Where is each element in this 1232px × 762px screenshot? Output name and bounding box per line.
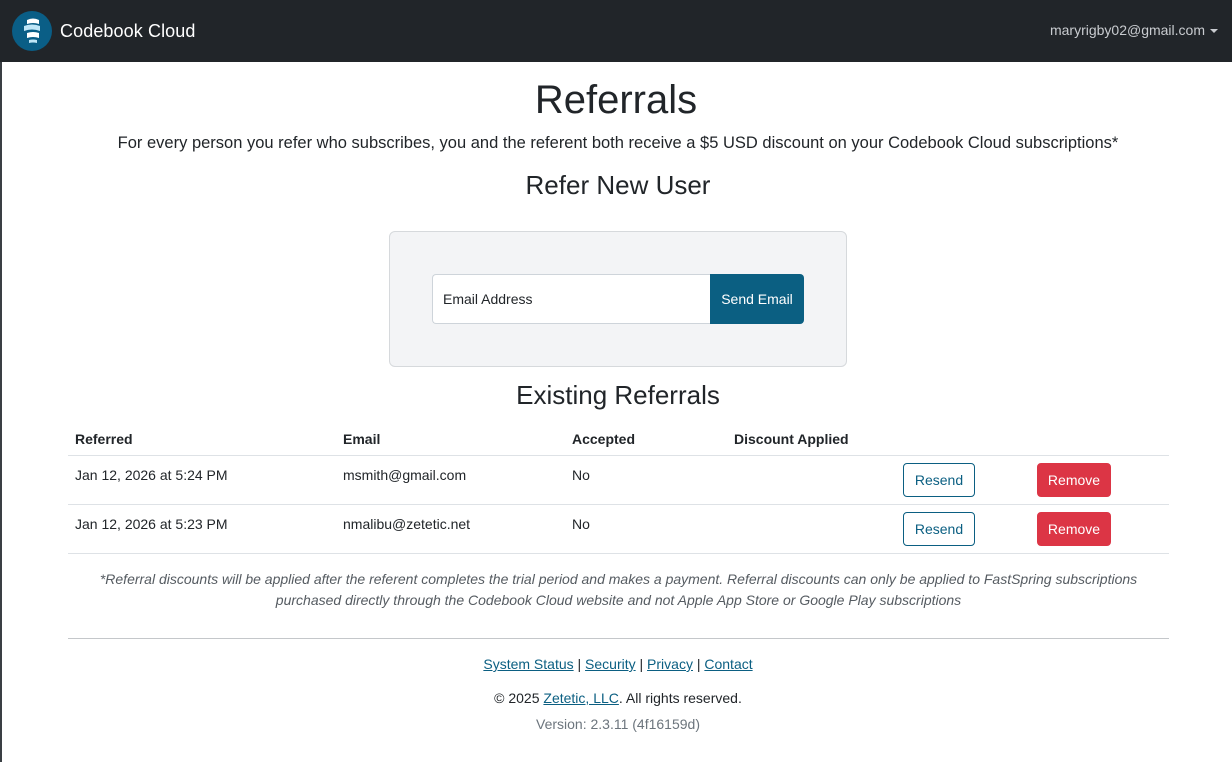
resend-button[interactable]: Resend [903,511,975,546]
company-link[interactable]: Zetetic, LLC [543,690,618,706]
copyright-prefix: © 2025 [494,690,540,706]
top-navbar: Codebook Cloud maryrigby02@gmail.com [0,0,1232,62]
resend-button[interactable]: Resend [903,462,975,497]
remove-cell: Remove [1030,455,1169,505]
copyright-notice: © 2025 Zetetic, LLC. All rights reserved… [0,690,1232,706]
table-row: Jan 12, 2026 at 5:24 PM msmith@gmail.com… [68,455,1169,505]
remove-button[interactable]: Remove [1037,511,1111,546]
existing-referrals-heading: Existing Referrals [516,380,720,410]
brand-name[interactable]: Codebook Cloud [60,21,196,42]
referrals-table: Referred Email Accepted Discount Applied… [68,424,1169,554]
referred-date: Jan 12, 2026 at 5:24 PM [68,455,336,505]
table-row: Jan 12, 2026 at 5:23 PM nmalibu@zetetic.… [68,504,1169,554]
user-account-dropdown[interactable]: maryrigby02@gmail.com [1050,22,1218,38]
chevron-down-icon [1210,29,1218,33]
referral-intro-text: For every person you refer who subscribe… [117,134,1119,152]
resend-cell: Resend [896,504,1030,554]
referral-footnote: *Referral discounts will be applied afte… [68,569,1169,611]
remove-cell: Remove [1030,504,1169,554]
security-link[interactable]: Security [585,656,636,672]
referred-date: Jan 12, 2026 at 5:23 PM [68,504,336,554]
column-header-remove [1030,424,1169,456]
column-header-email: Email [336,424,565,456]
footnote-line-1: *Referral discounts will be applied afte… [99,571,1138,587]
system-status-link[interactable]: System Status [483,656,573,672]
footer-links: System Status | Security | Privacy | Con… [0,656,1232,672]
table-header-row: Referred Email Accepted Discount Applied [68,424,1169,456]
refer-new-user-heading: Refer New User [525,170,711,200]
contact-link[interactable]: Contact [704,656,752,672]
discount-applied [727,504,896,554]
remove-button[interactable]: Remove [1037,462,1111,497]
footnote-line-2: purchased directly through the Codebook … [275,592,962,608]
codebook-logo-icon[interactable] [12,11,52,51]
link-separator: | [639,656,644,672]
accepted-status: No [565,455,727,505]
discount-applied [727,455,896,505]
referral-email: nmalibu@zetetic.net [336,504,565,554]
referral-email: msmith@gmail.com [336,455,565,505]
privacy-link[interactable]: Privacy [647,656,693,672]
column-header-referred: Referred [68,424,336,456]
column-header-discount-applied: Discount Applied [727,424,896,456]
app-version: Version: 2.3.11 (4f16159d) [536,716,700,732]
column-header-resend [896,424,1030,456]
resend-cell: Resend [896,455,1030,505]
link-separator: | [696,656,701,672]
copyright-suffix: . All rights reserved. [618,690,742,706]
send-email-button[interactable]: Send Email [710,274,804,324]
link-separator: | [577,656,582,672]
referral-email-input[interactable] [432,274,711,324]
page-title: Referrals [534,78,698,122]
column-header-accepted: Accepted [565,424,727,456]
user-email: maryrigby02@gmail.com [1049,22,1205,38]
footer-divider [68,638,1169,639]
accepted-status: No [565,504,727,554]
